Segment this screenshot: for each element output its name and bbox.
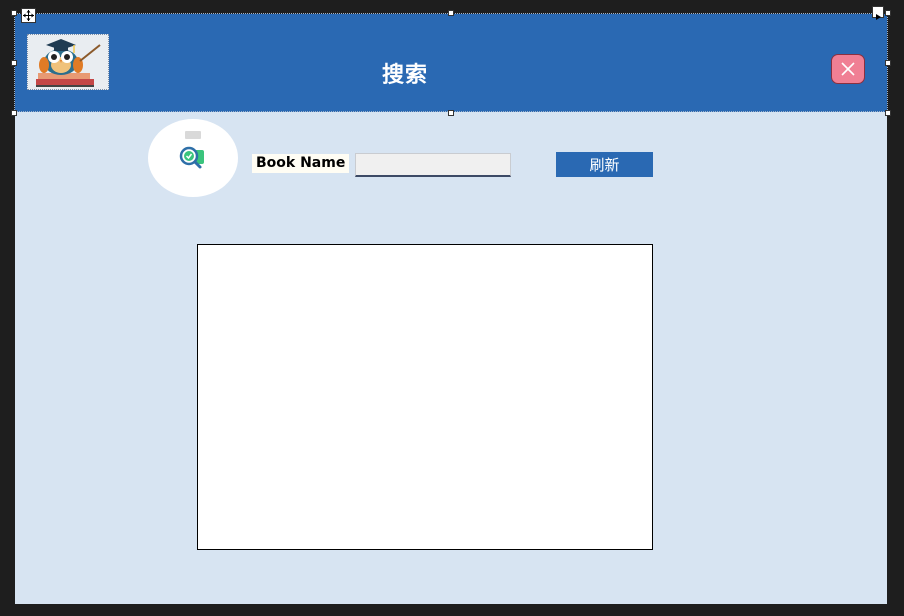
resize-handle-bottom-right[interactable] [885,110,891,116]
resize-handle-top[interactable] [448,10,454,16]
owl-logo-icon [27,34,109,90]
header-panel: 搜索 [15,14,887,112]
resize-handle-bottom-left[interactable] [11,110,17,116]
results-grid[interactable] [197,244,653,550]
refresh-button[interactable]: 刷新 [556,152,653,177]
book-name-input[interactable] [355,153,511,177]
resize-handle-top-right[interactable] [885,10,891,16]
smart-tag-arrow-icon[interactable] [872,6,884,20]
resize-handle-right[interactable] [885,60,891,66]
move-icon[interactable] [21,8,36,23]
close-button[interactable] [831,54,865,84]
resize-handle-top-left[interactable] [11,10,17,16]
window-title: 搜索 [381,63,428,88]
resize-handle-bottom[interactable] [448,110,454,116]
book-name-label: Book Name [252,154,350,173]
resize-handle-left[interactable] [11,60,17,66]
magnifier-check-icon [148,119,238,197]
close-x-icon [841,62,855,76]
